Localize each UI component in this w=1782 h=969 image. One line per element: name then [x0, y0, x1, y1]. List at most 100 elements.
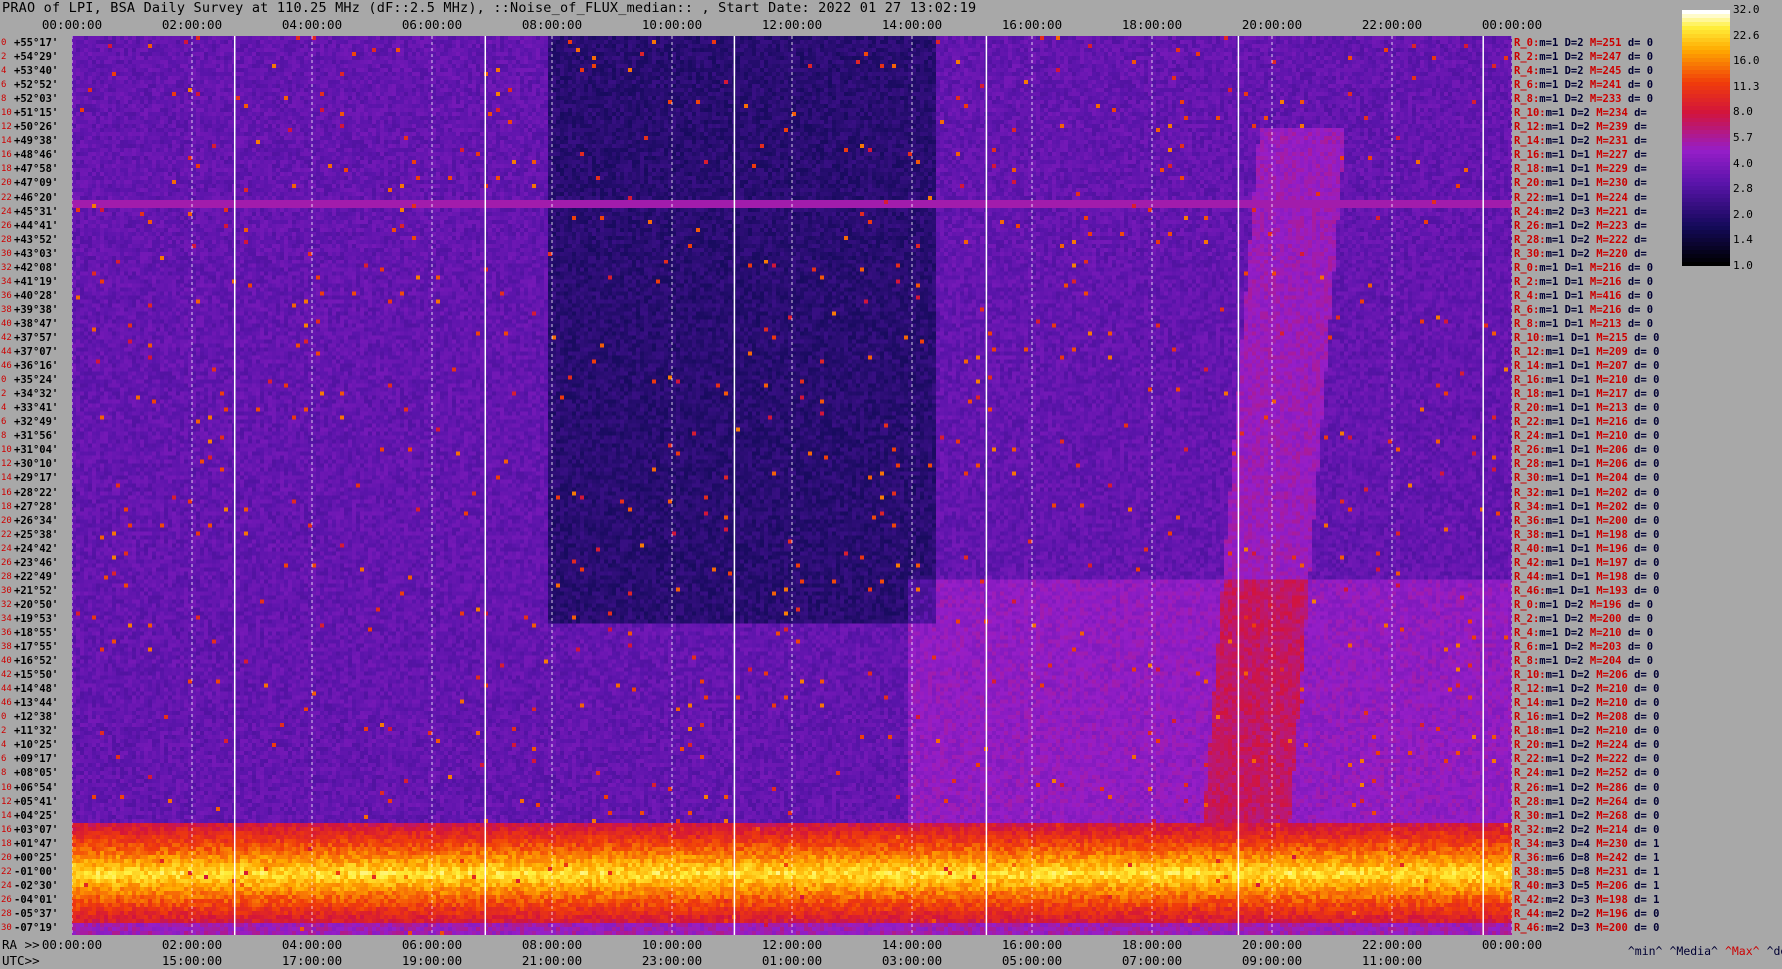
- row-index: 8: [1, 94, 7, 105]
- dec-label: -01°00': [14, 865, 59, 878]
- dec-label: +09°17': [14, 753, 59, 766]
- colorbar-segment: [1682, 178, 1730, 183]
- row-index: 24: [1, 543, 12, 554]
- row-stat: R_0:m=1 D=2 M=251 d= 0: [1514, 37, 1654, 50]
- row-stat: R_8:m=1 D=2 M=233 d= 0: [1514, 93, 1654, 106]
- row-index: 36: [1, 290, 12, 301]
- row-stat: R_38:m=5 D=8 M=231 d= 1: [1514, 865, 1660, 878]
- colorbar-segment: [1682, 214, 1730, 219]
- row-stat: R_46:m=1 D=1 M=193 d= 0: [1514, 584, 1660, 597]
- row-stat: R_12:m=1 D=2 M=239 d=: [1514, 121, 1647, 134]
- colorbar-segment: [1682, 18, 1730, 23]
- colorbar-segment: [1682, 122, 1730, 127]
- row-index: 0: [1, 375, 7, 386]
- top-tick-label: 10:00:00: [641, 17, 703, 32]
- dec-label: +32°49': [14, 416, 59, 429]
- row-stat: R_36:m=1 D=1 M=200 d= 0: [1514, 514, 1660, 527]
- row-index: 2: [1, 389, 7, 400]
- declination-axis: +55°17' 0 +54°29' 2 +53°40' 4 +52°52' 6 +52°03' 8…: [0, 36, 72, 935]
- row-index: 20: [1, 178, 12, 189]
- ra-tick-label: 22:00:00: [1361, 937, 1423, 952]
- utc-tick-label: 19:00:00: [401, 953, 463, 968]
- ra-tick-label: 00:00:00: [41, 937, 103, 952]
- row-stat: R_2:m=1 D=1 M=216 d= 0: [1514, 275, 1654, 288]
- dec-label: +01°47': [14, 837, 59, 850]
- row-stat: R_24:m=1 D=2 M=252 d= 0: [1514, 767, 1660, 780]
- row-index: 42: [1, 670, 12, 681]
- row-index: 4: [1, 403, 7, 414]
- utc-tick-label: 07:00:00: [1121, 953, 1183, 968]
- dec-label: +50°26': [14, 121, 59, 134]
- row-stat: R_8:m=1 D=1 M=213 d= 0: [1514, 317, 1654, 330]
- row-stat: R_14:m=1 D=2 M=210 d= 0: [1514, 697, 1660, 710]
- row-stat: R_24:m=2 D=3 M=221 d=: [1514, 205, 1647, 218]
- row-stat: R_12:m=1 D=2 M=210 d= 0: [1514, 683, 1660, 696]
- row-stat: R_32:m=2 D=2 M=214 d= 0: [1514, 823, 1660, 836]
- row-index: 34: [1, 613, 12, 624]
- dec-label: +05°41': [14, 795, 59, 808]
- row-stat: R_4:m=1 D=2 M=210 d= 0: [1514, 626, 1654, 639]
- dec-label: +04°25': [14, 809, 59, 822]
- colorbar-segment: [1682, 86, 1730, 91]
- top-time-axis: 00:00:00 02:00:00 04:00:00 06:00:00 08:00:00…: [42, 17, 1542, 33]
- colorbar-segment: [1682, 146, 1730, 151]
- colorbar-segment: [1682, 222, 1730, 227]
- dec-label: +24°42': [14, 542, 59, 555]
- dec-label: +37°07': [14, 346, 59, 359]
- dec-label: +33°41': [14, 402, 59, 415]
- row-stat: R_22:m=1 D=1 M=224 d=: [1514, 191, 1647, 204]
- colorbar-segment: [1682, 150, 1730, 155]
- row-index: 14: [1, 136, 12, 147]
- row-index: 10: [1, 445, 12, 456]
- row-stat: R_2:m=1 D=2 M=200 d= 0: [1514, 612, 1654, 625]
- colorbar-segment: [1682, 106, 1730, 111]
- row-stat: R_20:m=1 D=1 M=213 d= 0: [1514, 402, 1660, 415]
- row-index: 28: [1, 234, 12, 245]
- row-index: 12: [1, 122, 12, 133]
- dec-label: +11°32': [14, 725, 59, 738]
- dec-label: -04°01': [14, 893, 59, 906]
- dec-label: +55°17': [14, 37, 59, 50]
- top-tick-label: 14:00:00: [881, 17, 943, 32]
- top-tick-label: 20:00:00: [1241, 17, 1303, 32]
- row-index: 36: [1, 627, 12, 638]
- row-stat: R_6:m=1 D=2 M=203 d= 0: [1514, 641, 1654, 654]
- row-index: 22: [1, 866, 12, 877]
- colorbar-segment: [1682, 66, 1730, 71]
- row-stat: R_10:m=1 D=2 M=234 d=: [1514, 107, 1647, 120]
- row-index: 32: [1, 599, 12, 610]
- row-stat: R_4:m=1 D=1 M=416 d= 0: [1514, 289, 1654, 302]
- colorbar-tick-label: 4.0: [1733, 156, 1753, 170]
- colorbar-segment: [1682, 254, 1730, 259]
- dec-label: +34°32': [14, 388, 59, 401]
- row-index: 22: [1, 529, 12, 540]
- row-index: 10: [1, 108, 12, 119]
- row-index: 16: [1, 150, 12, 161]
- colorbar-segment: [1682, 82, 1730, 87]
- row-stat: R_10:m=1 D=1 M=215 d= 0: [1514, 332, 1660, 344]
- dec-label: +51°15': [14, 107, 59, 120]
- colorbar-segment: [1682, 138, 1730, 143]
- top-tick-label: 02:00:00: [161, 17, 223, 32]
- dec-label: +54°29': [14, 51, 59, 64]
- row-stat: R_16:m=1 D=1 M=227 d=: [1514, 149, 1647, 162]
- dec-label: +53°40': [14, 65, 59, 78]
- colorbar-segment: [1682, 46, 1730, 51]
- legend-min: ^min^: [1627, 944, 1663, 958]
- row-stat: R_14:m=1 D=1 M=207 d= 0: [1514, 360, 1660, 373]
- colorbar: [1682, 10, 1730, 266]
- row-index: 20: [1, 852, 12, 863]
- row-index: 2: [1, 52, 7, 63]
- dec-label: -02°30': [14, 879, 59, 892]
- row-index: 20: [1, 515, 12, 526]
- dec-label: +31°56': [14, 430, 59, 443]
- row-stat: R_26:m=1 D=2 M=223 d=: [1514, 219, 1647, 232]
- colorbar-segment: [1682, 238, 1730, 243]
- colorbar-segment: [1682, 206, 1730, 211]
- colorbar-segment: [1682, 250, 1730, 255]
- row-index: 24: [1, 880, 12, 891]
- colorbar-tick-label: 32.0: [1733, 3, 1760, 16]
- dec-label: +35°24': [14, 374, 59, 387]
- row-stat: R_16:m=1 D=1 M=210 d= 0: [1514, 374, 1660, 387]
- colorbar-segment: [1682, 126, 1730, 131]
